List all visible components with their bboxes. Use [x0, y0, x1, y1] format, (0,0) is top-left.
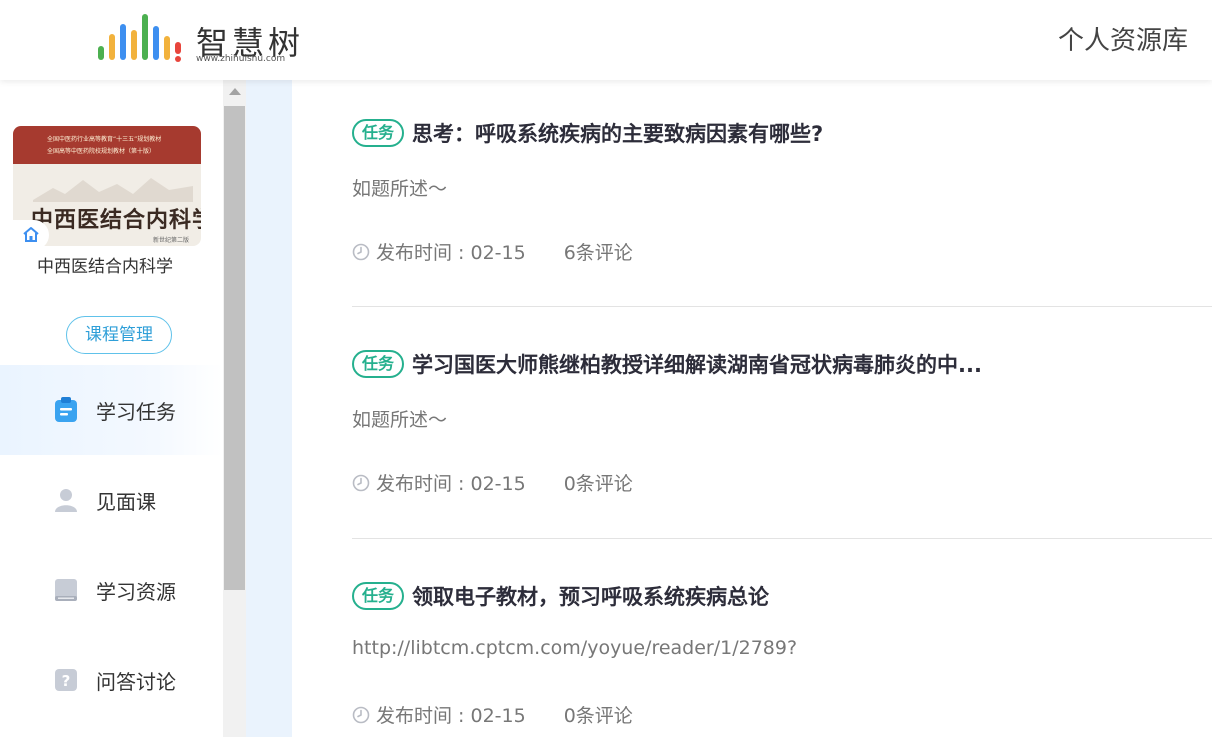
- task-badge: 任务: [352, 119, 405, 147]
- comment-count[interactable]: 6条评论: [564, 238, 633, 265]
- comment-count[interactable]: 0条评论: [564, 469, 633, 496]
- task-description: 如题所述～: [352, 178, 448, 200]
- divider: [352, 538, 1212, 539]
- task-title[interactable]: 思考：呼吸系统疾病的主要致病因素有哪些?: [412, 118, 823, 148]
- cover-line-1: 全国中医药行业高等教育“十三五”规划教材: [47, 136, 162, 143]
- cover-banner: 全国中医药行业高等教育“十三五”规划教材 全国高等中医药院校规划教材（第十版）: [13, 126, 201, 164]
- task-title[interactable]: 领取电子教材，预习呼吸系统疾病总论: [412, 581, 769, 611]
- sidebar: 全国中医药行业高等教育“十三五”规划教材 全国高等中医药院校规划教材（第十版） …: [0, 80, 223, 737]
- nav-item-study-tasks[interactable]: 学习任务: [0, 365, 223, 455]
- scroll-up-arrow-icon[interactable]: [229, 88, 241, 95]
- nav-item-resources[interactable]: 学习资源: [0, 545, 223, 635]
- cover-title: 中西医结合内科学: [31, 207, 201, 233]
- cover-line-2: 全国高等中医药院校规划教材（第十版）: [47, 148, 156, 155]
- divider: [352, 306, 1212, 307]
- nav-label-live-class: 见面课: [96, 489, 156, 514]
- svg-text:?: ?: [62, 672, 71, 690]
- nav-item-live-class[interactable]: 见面课: [0, 455, 223, 545]
- sidebar-scrollbar[interactable]: [223, 80, 246, 737]
- logo-url: www.zhihuishu.com: [196, 54, 286, 64]
- mountain-illustration: [33, 178, 193, 202]
- clipboard-icon: [55, 397, 77, 422]
- task-badge: 任务: [352, 582, 405, 610]
- task-title[interactable]: 学习国医大师熊继柏教授详细解读湖南省冠状病毒肺炎的中...: [412, 349, 982, 379]
- clock-icon: [352, 474, 370, 491]
- task-meta: 发布时间 : 02-15 0条评论: [352, 469, 633, 496]
- clock-icon: [352, 243, 370, 260]
- home-badge[interactable]: [13, 220, 49, 250]
- course-name: 中西医结合内科学: [37, 257, 173, 277]
- task-description[interactable]: http://libtcm.cptcm.com/yoyue/reader/1/2…: [352, 637, 797, 659]
- task-title-row[interactable]: 任务 领取电子教材，预习呼吸系统疾病总论: [352, 581, 769, 611]
- task-description: 如题所述～: [352, 409, 448, 431]
- home-icon: [23, 227, 39, 242]
- nav-item-qa[interactable]: ? 问答讨论: [0, 635, 223, 725]
- task-meta: 发布时间 : 02-15 6条评论: [352, 238, 633, 265]
- clock-icon: [352, 706, 370, 723]
- nav-label-study-tasks: 学习任务: [96, 399, 176, 424]
- publish-date: 发布时间 : 02-15: [376, 705, 526, 727]
- publish-date: 发布时间 : 02-15: [376, 242, 526, 264]
- task-meta: 发布时间 : 02-15 0条评论: [352, 701, 633, 728]
- task-list: 任务 思考：呼吸系统疾病的主要致病因素有哪些? 如题所述～ 发布时间 : 02-…: [292, 80, 1212, 737]
- zhihuishu-logo[interactable]: 智慧树 www.zhihuishu.com: [96, 10, 316, 66]
- nav-label-qa: 问答讨论: [96, 669, 176, 694]
- task-title-row[interactable]: 任务 学习国医大师熊继柏教授详细解读湖南省冠状病毒肺炎的中...: [352, 349, 982, 379]
- content-gutter: [246, 80, 292, 737]
- publish-date: 发布时间 : 02-15: [376, 473, 526, 495]
- scrollbar-thumb[interactable]: [224, 106, 245, 590]
- comment-count[interactable]: 0条评论: [564, 701, 633, 728]
- task-title-row[interactable]: 任务 思考：呼吸系统疾病的主要致病因素有哪些?: [352, 118, 823, 148]
- logo-bars-icon: [98, 14, 181, 62]
- person-icon: [55, 489, 77, 512]
- top-header: 智慧树 www.zhihuishu.com 个人资源库: [0, 0, 1212, 80]
- cover-edition: 新世纪第二版: [152, 237, 189, 244]
- personal-library-link[interactable]: 个人资源库: [1058, 20, 1188, 57]
- course-manage-button[interactable]: 课程管理: [66, 316, 172, 354]
- book-icon: [55, 579, 77, 601]
- question-icon: ?: [55, 669, 77, 691]
- nav-label-resources: 学习资源: [96, 579, 176, 604]
- task-badge: 任务: [352, 350, 405, 378]
